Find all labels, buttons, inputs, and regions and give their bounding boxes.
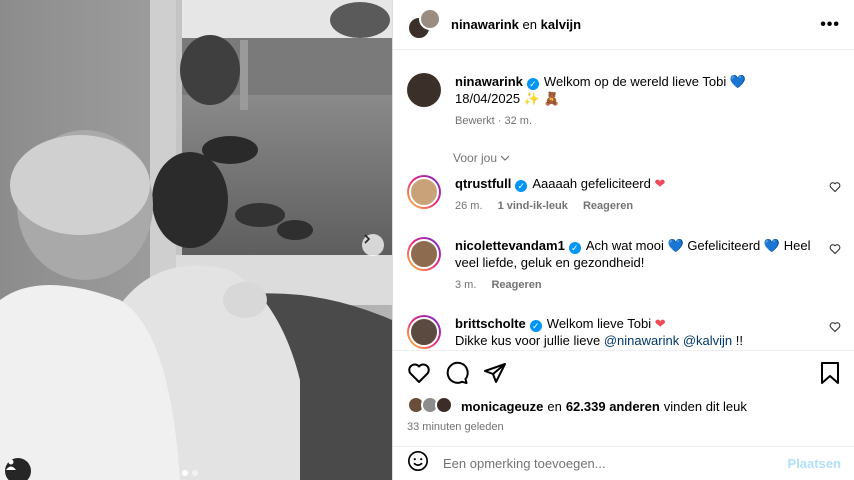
comment-item: brittscholte ✓ Welkom lieve Tobi ❤ Dikke k… bbox=[407, 315, 841, 349]
carousel-dot bbox=[182, 470, 188, 476]
authors-conjunction: en bbox=[522, 17, 538, 32]
comment-time: 26 m. bbox=[455, 200, 483, 212]
heart-icon bbox=[408, 363, 430, 383]
photo-image bbox=[0, 0, 392, 480]
reply-button[interactable]: Reageren bbox=[491, 279, 541, 291]
author-username[interactable]: ninawarink bbox=[451, 17, 519, 32]
post-comment-button[interactable]: Plaatsen bbox=[788, 456, 841, 471]
comment-time: 3 m. bbox=[455, 279, 477, 291]
verified-icon: ✓ bbox=[515, 180, 528, 192]
post-timestamp: 33 minuten geleden bbox=[407, 421, 504, 433]
verified-icon: ✓ bbox=[526, 78, 539, 90]
comment-button[interactable] bbox=[445, 361, 469, 385]
comment-text: Gefeliciteerd bbox=[687, 238, 761, 253]
comment-username[interactable]: brittscholte bbox=[455, 316, 526, 331]
share-icon bbox=[484, 363, 506, 383]
emoji-button[interactable] bbox=[407, 450, 429, 477]
bookmark-icon bbox=[821, 362, 839, 384]
heart-icon[interactable] bbox=[829, 243, 841, 255]
comment-text: Aaaaah gefeliciteerd bbox=[532, 176, 651, 191]
caption-text: Welkom op de wereld lieve Tobi bbox=[543, 74, 727, 89]
chevron-right-icon bbox=[364, 234, 371, 244]
comment-likes[interactable]: 1 vind-ik-leuk bbox=[498, 200, 568, 212]
like-button[interactable] bbox=[407, 361, 431, 385]
red-heart-emoji: ❤ bbox=[654, 176, 666, 191]
reply-button[interactable]: Reageren bbox=[583, 200, 633, 212]
post-authors: ninawarink en kalvijn bbox=[451, 17, 581, 32]
avatar[interactable] bbox=[407, 315, 441, 349]
user-tag-icon bbox=[6, 459, 16, 470]
collab-avatars[interactable] bbox=[407, 7, 441, 42]
avatar bbox=[435, 396, 453, 414]
post-actions: monicageuze en 62.339 anderen vinden dit… bbox=[393, 350, 854, 445]
red-heart-emoji: ❤ bbox=[654, 316, 666, 331]
chevron-down-icon bbox=[500, 155, 510, 161]
comment-filter-dropdown[interactable]: Voor jou bbox=[453, 151, 510, 165]
likes-count[interactable]: 62.339 anderen bbox=[566, 399, 660, 414]
share-button[interactable] bbox=[483, 361, 507, 385]
comment-text: Welkom lieve Tobi bbox=[546, 316, 652, 331]
blue-heart-emoji: 💙 bbox=[763, 238, 781, 253]
mention-link[interactable]: @ninawarink bbox=[604, 333, 679, 348]
carousel-dot bbox=[192, 470, 198, 476]
likes-summary: monicageuze en 62.339 anderen vinden dit… bbox=[407, 395, 841, 417]
avatar[interactable] bbox=[407, 73, 441, 107]
caption-line2: 18/04/2025 ✨ 🧸 bbox=[455, 91, 560, 106]
comment-item: qtrustfull ✓ Aaaaah gefeliciteerd ❤ 26 m. … bbox=[407, 175, 841, 215]
user-tag-button[interactable] bbox=[5, 458, 31, 480]
comment-icon bbox=[446, 361, 469, 384]
save-button[interactable] bbox=[819, 361, 841, 385]
likes-suffix: vinden dit leuk bbox=[663, 398, 747, 414]
comment-item: nicolettevandam1 ✓ Ach wat mooi 💙 Gefelici… bbox=[407, 237, 841, 294]
comment-text: !! bbox=[735, 333, 744, 348]
comment-filter-label: Voor jou bbox=[453, 151, 498, 165]
avatar[interactable] bbox=[407, 175, 441, 209]
heart-icon[interactable] bbox=[829, 181, 841, 193]
post-side-panel: ninawarink en kalvijn ••• ninawarink ✓ Wel… bbox=[392, 0, 854, 480]
emoji-icon bbox=[408, 451, 428, 471]
liker-username[interactable]: monicageuze bbox=[461, 399, 543, 414]
avatar[interactable] bbox=[407, 237, 441, 271]
comment-text: Ach wat mooi bbox=[585, 238, 664, 253]
caption-edited: Bewerkt · 32 m. bbox=[455, 115, 533, 127]
avatar bbox=[419, 7, 441, 30]
comment-username[interactable]: qtrustfull bbox=[455, 176, 511, 191]
comments-section[interactable]: ninawarink ✓ Welkom op de wereld lieve Tob… bbox=[393, 51, 854, 349]
caption: ninawarink ✓ Welkom op de wereld lieve Tob… bbox=[407, 73, 841, 130]
liker-avatars bbox=[407, 396, 455, 416]
comment-text: Dikke kus voor jullie lieve bbox=[455, 333, 601, 348]
comment-composer: Plaatsen bbox=[393, 446, 854, 480]
verified-icon: ✓ bbox=[529, 320, 542, 332]
likes-conjunction: en bbox=[547, 398, 562, 414]
post-header: ninawarink en kalvijn ••• bbox=[393, 0, 854, 50]
verified-icon: ✓ bbox=[568, 242, 581, 254]
author-username[interactable]: kalvijn bbox=[541, 17, 581, 32]
more-options-button[interactable]: ••• bbox=[820, 16, 840, 34]
next-photo-button[interactable] bbox=[362, 234, 384, 256]
comment-input[interactable] bbox=[443, 456, 788, 471]
caption-username[interactable]: ninawarink bbox=[455, 74, 523, 89]
blue-heart-emoji: 💙 bbox=[729, 74, 747, 89]
post-photo[interactable] bbox=[0, 0, 392, 480]
blue-heart-emoji: 💙 bbox=[667, 238, 684, 253]
mention-link[interactable]: @kalvijn bbox=[683, 333, 732, 348]
carousel-dots bbox=[182, 470, 198, 476]
heart-icon[interactable] bbox=[829, 321, 841, 333]
comment-username[interactable]: nicolettevandam1 bbox=[455, 238, 565, 253]
